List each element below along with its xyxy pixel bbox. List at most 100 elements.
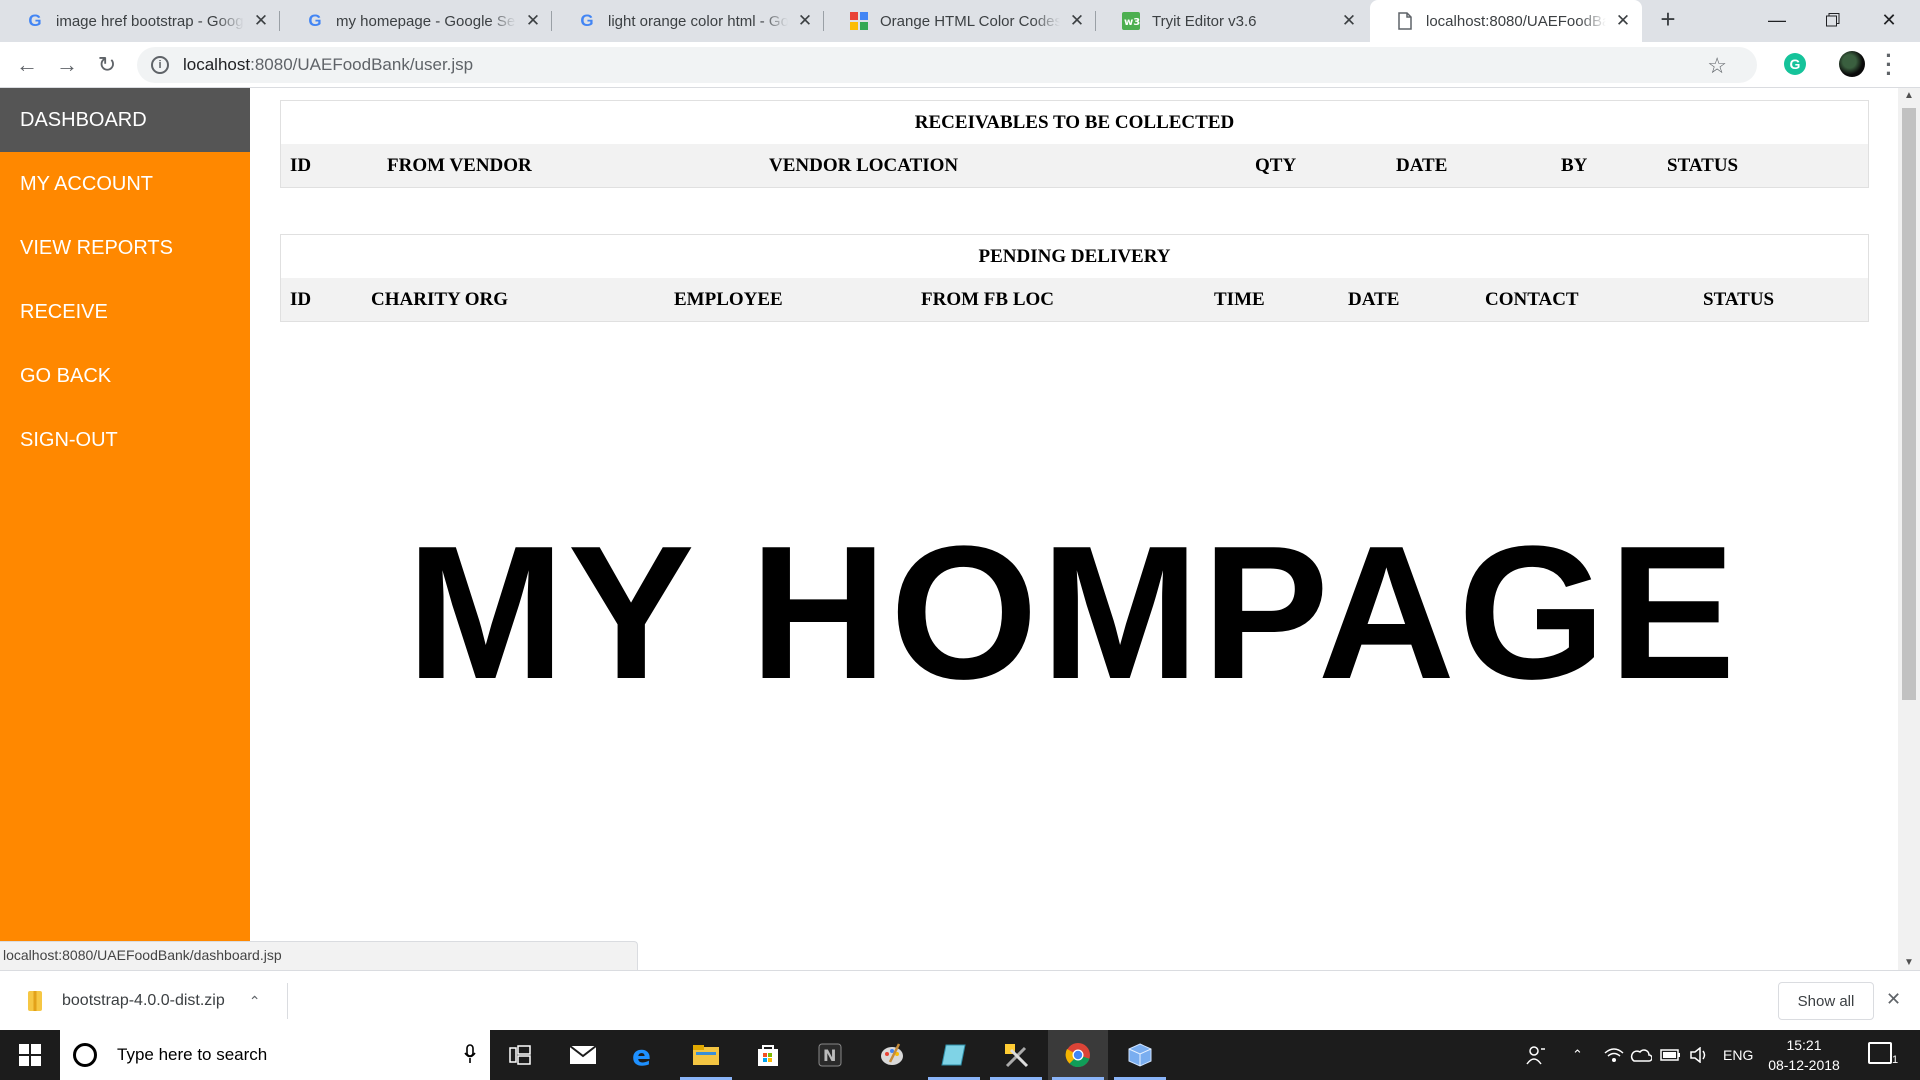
google-icon: G: [308, 11, 322, 30]
sidebar-item-my-account[interactable]: MY ACCOUNT: [0, 152, 250, 216]
column-header: ID: [290, 155, 312, 176]
cube-app-icon[interactable]: [1110, 1030, 1170, 1080]
chevron-up-icon[interactable]: ⌃: [249, 993, 261, 1010]
forward-button[interactable]: →: [52, 50, 82, 80]
browser-tab[interactable]: Orange HTML Color Codes C ✕: [824, 0, 1096, 42]
close-shelf-icon[interactable]: ✕: [1886, 989, 1901, 1010]
language-indicator[interactable]: ENG: [1723, 1030, 1753, 1080]
url-text[interactable]: localhost:8080/UAEFoodBank/user.jsp: [183, 55, 473, 75]
windows-logo-icon: [19, 1044, 41, 1066]
browser-tab-active[interactable]: localhost:8080/UAEFoodBanl ✕: [1370, 0, 1642, 42]
info-icon[interactable]: i: [151, 56, 169, 74]
notes-app-icon[interactable]: [924, 1030, 984, 1080]
page-icon: [1396, 12, 1414, 30]
search-placeholder: Type here to search: [117, 1045, 268, 1064]
edge-browser-icon[interactable]: e: [614, 1030, 674, 1080]
minimize-button[interactable]: —: [1749, 0, 1805, 40]
action-center-icon[interactable]: [1868, 1042, 1892, 1064]
link-status-bubble: localhost:8080/UAEFoodBank/dashboard.jsp: [0, 941, 638, 970]
close-icon[interactable]: ✕: [1340, 11, 1358, 30]
tab-title: localhost:8080/UAEFoodBanl: [1426, 12, 1606, 30]
download-item[interactable]: bootstrap-4.0.0-dist.zip ⌃: [0, 971, 288, 1031]
chrome-icon[interactable]: [1048, 1030, 1108, 1080]
sidebar-item-sign-out[interactable]: SIGN-OUT: [0, 408, 250, 472]
close-icon[interactable]: ✕: [524, 11, 542, 30]
paint-icon[interactable]: [862, 1030, 922, 1080]
chevron-up-icon[interactable]: ⌃: [1572, 1030, 1583, 1080]
notification-count-badge: 1: [1892, 1054, 1899, 1066]
clock-time: 15:21: [1786, 1037, 1822, 1053]
menu-kebab-icon[interactable]: · · ·: [1884, 45, 1894, 85]
scroll-down-arrow-icon[interactable]: ▼: [1898, 957, 1920, 968]
file-explorer-icon[interactable]: [676, 1030, 736, 1080]
reload-button[interactable]: ↻: [92, 50, 122, 80]
store-icon[interactable]: [738, 1030, 798, 1080]
people-icon[interactable]: [1526, 1030, 1546, 1080]
column-header: CHARITY ORG: [371, 289, 509, 310]
onedrive-icon[interactable]: [1630, 1030, 1652, 1080]
scroll-up-arrow-icon[interactable]: ▲: [1898, 90, 1920, 101]
column-header: EMPLOYEE: [674, 289, 783, 310]
column-header: CONTACT: [1485, 289, 1579, 310]
close-icon[interactable]: ✕: [252, 11, 270, 30]
address-bar[interactable]: i localhost:8080/UAEFoodBank/user.jsp ☆: [137, 47, 1757, 83]
mail-icon[interactable]: [553, 1030, 613, 1080]
browser-tab-strip: G image href bootstrap - Goog ✕ G my hom…: [0, 0, 1920, 42]
column-header: VENDOR LOCATION: [769, 155, 959, 176]
scrollbar-thumb[interactable]: [1902, 108, 1916, 700]
close-icon[interactable]: ✕: [1068, 11, 1086, 30]
battery-icon[interactable]: [1660, 1030, 1682, 1080]
column-header: DATE: [1396, 155, 1448, 176]
browser-toolbar: ← → ↻ i localhost:8080/UAEFoodBank/user.…: [0, 42, 1920, 88]
back-button[interactable]: ←: [12, 50, 42, 80]
taskbar-search[interactable]: Type here to search: [60, 1030, 490, 1080]
column-header: BY: [1561, 155, 1588, 176]
browser-tab[interactable]: w3 Tryit Editor v3.6 ✕: [1096, 0, 1368, 42]
google-icon: G: [28, 11, 42, 30]
browser-tab[interactable]: G light orange color html - Go ✕: [552, 0, 824, 42]
download-filename: bootstrap-4.0.0-dist.zip: [62, 992, 225, 1009]
table-caption: RECEIVABLES TO BE COLLECTED: [914, 112, 1235, 133]
browser-tab[interactable]: G my homepage - Google Sear ✕: [280, 0, 552, 42]
profile-avatar[interactable]: [1839, 51, 1865, 77]
column-header: FROM FB LOC: [921, 289, 1054, 310]
close-icon[interactable]: ✕: [796, 11, 814, 30]
clock[interactable]: 15:21 08-12-2018: [1764, 1035, 1844, 1075]
table-caption: PENDING DELIVERY: [978, 246, 1171, 267]
column-header: FROM VENDOR: [387, 155, 532, 176]
tools-app-icon[interactable]: [986, 1030, 1046, 1080]
bookmark-star-icon[interactable]: ☆: [1707, 53, 1727, 79]
volume-icon[interactable]: [1690, 1030, 1710, 1080]
sidebar-item-go-back[interactable]: GO BACK: [0, 344, 250, 408]
task-view-icon[interactable]: [490, 1030, 550, 1080]
grammarly-extension-icon[interactable]: G: [1784, 53, 1806, 75]
column-header: QTY: [1255, 155, 1297, 176]
column-header: STATUS: [1703, 289, 1775, 310]
microphone-icon[interactable]: [464, 1044, 476, 1069]
notepad-plus-icon[interactable]: N: [800, 1030, 860, 1080]
close-window-button[interactable]: ✕: [1861, 0, 1917, 40]
new-tab-button[interactable]: +: [1654, 6, 1682, 34]
show-all-button[interactable]: Show all: [1778, 982, 1874, 1020]
sidebar-item-dashboard[interactable]: DASHBOARD: [0, 88, 250, 152]
sidebar-item-view-reports[interactable]: VIEW REPORTS: [0, 216, 250, 280]
receivables-table: RECEIVABLES TO BE COLLECTED ID FROM VEND…: [280, 100, 1869, 188]
restore-button[interactable]: [1805, 0, 1861, 40]
start-button[interactable]: [0, 1030, 60, 1080]
clock-date: 08-12-2018: [1768, 1057, 1840, 1073]
sidebar: DASHBOARD MY ACCOUNT VIEW REPORTS RECEIV…: [0, 88, 250, 970]
colorcodes-icon: [850, 12, 868, 30]
svg-text:e: e: [632, 1042, 651, 1068]
column-header: STATUS: [1667, 155, 1739, 176]
table-header-row: ID FROM VENDOR VENDOR LOCATION QTY DATE …: [281, 144, 1868, 187]
page-viewport: DASHBOARD MY ACCOUNT VIEW REPORTS RECEIV…: [0, 88, 1920, 970]
vertical-scrollbar[interactable]: ▲ ▼: [1898, 88, 1920, 970]
page-headline: MY HOMPAGE: [406, 507, 1739, 719]
wifi-icon[interactable]: [1604, 1030, 1624, 1080]
close-icon[interactable]: ✕: [1614, 11, 1632, 30]
column-header: ID: [290, 289, 312, 310]
windows-taskbar: Type here to search e N ⌃ ENG 15:21 08-1…: [0, 1030, 1920, 1080]
browser-tab[interactable]: G image href bootstrap - Goog ✕: [0, 0, 280, 42]
svg-text:w3: w3: [1124, 17, 1140, 28]
sidebar-item-receive[interactable]: RECEIVE: [0, 280, 250, 344]
